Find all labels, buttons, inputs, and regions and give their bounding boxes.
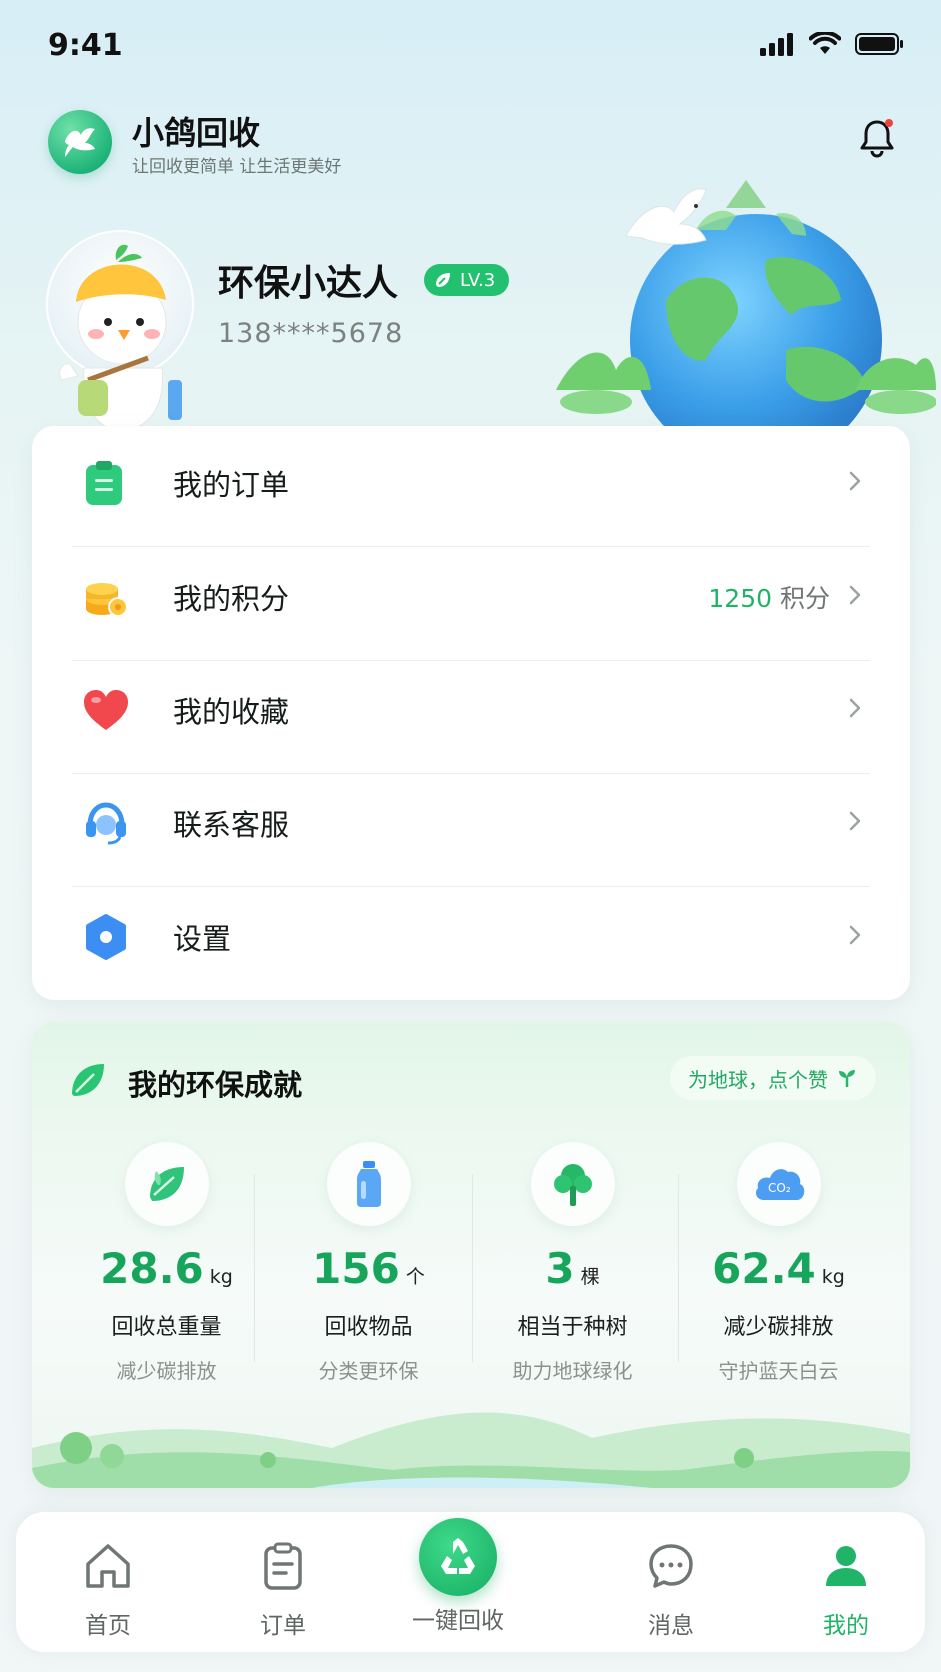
stat-icon-wrap (530, 1142, 615, 1226)
stat-number: 62.4 (712, 1244, 816, 1293)
dove-logo-icon (65, 128, 95, 157)
avatar[interactable] (48, 230, 198, 430)
bottle-icon (356, 1161, 381, 1207)
tab-label: 首页 (85, 1613, 131, 1639)
stat-number: 28.6 (100, 1244, 204, 1293)
menu-label: 我的积分 (173, 581, 290, 616)
tab-label: 订单 (260, 1613, 306, 1639)
achievement-title: 我的环保成就 (128, 1068, 303, 1102)
leaf-check-icon (436, 273, 450, 287)
stat-icon-wrap (326, 1142, 411, 1226)
leaf-icon (149, 1167, 184, 1201)
app-title: 小鸽回收 (132, 114, 261, 152)
status-bar: 9:41 (0, 0, 941, 92)
stat-label: 相当于种树 (517, 1315, 628, 1340)
notification-dot (885, 119, 893, 127)
stat-carbon-reduced: CO₂ 62.4 kg 减少碳排放 守护蓝天白云 (676, 1142, 881, 1383)
recycle-icon (441, 1538, 475, 1574)
stat-number: 3 (545, 1244, 575, 1293)
chevron-right-icon (849, 811, 861, 831)
clipboard-icon (86, 460, 122, 505)
wifi-icon (809, 32, 841, 54)
points-value: 1250 积分 (708, 579, 830, 615)
user-icon (826, 1546, 866, 1586)
stat-number: 156 (312, 1244, 400, 1293)
battery-icon (855, 33, 903, 55)
nickname: 环保小达人 (218, 263, 399, 304)
stat-recycled-items: 156 个 回收物品 分类更环保 (266, 1142, 471, 1383)
stat-value: 3棵 (470, 1244, 675, 1293)
app-logo (48, 110, 112, 174)
menu-card: 我的订单 我的积分 1250 积分 我的收藏 联系客服 设置 (32, 426, 910, 1000)
co2-cloud-icon: CO₂ (755, 1169, 804, 1200)
points-number: 1250 (708, 583, 773, 613)
hills-illustration (32, 1412, 910, 1488)
phone-number: 138****5678 (218, 318, 404, 349)
menu-label: 我的订单 (173, 467, 290, 502)
tab-orders[interactable]: 订单 (223, 1540, 343, 1640)
stat-label: 回收物品 (324, 1315, 413, 1340)
menu-item-favorites[interactable]: 我的收藏 (32, 653, 910, 766)
chevron-right-icon (849, 471, 861, 491)
stat-value: 62.4 kg (676, 1244, 881, 1293)
tab-mine[interactable]: 我的 (786, 1540, 906, 1640)
stat-label: 减少碳排放 (723, 1315, 834, 1340)
order-icon (264, 1542, 302, 1590)
stat-icon-wrap: CO₂ (736, 1142, 821, 1226)
stat-value: 28.6 kg (64, 1244, 269, 1293)
menu-label: 设置 (173, 921, 232, 956)
tab-label: 消息 (648, 1613, 694, 1639)
signal-icon (760, 33, 793, 56)
stat-trees: 3棵 相当于种树 助力地球绿化 (470, 1142, 675, 1383)
chevron-right-icon (849, 585, 861, 605)
tab-home[interactable]: 首页 (48, 1540, 168, 1640)
stat-value: 156 个 (266, 1244, 471, 1293)
status-time: 9:41 (48, 28, 123, 63)
stat-unit: 个 (405, 1266, 425, 1288)
level-label: LV.3 (460, 269, 496, 291)
stat-unit: kg (821, 1266, 845, 1288)
level-badge: LV.3 (424, 264, 510, 296)
sprout-icon (839, 1070, 855, 1087)
menu-item-customer-service[interactable]: 联系客服 (32, 766, 910, 879)
earth-dove-illustration (556, 180, 936, 430)
stat-label: 回收总重量 (111, 1315, 222, 1340)
menu-item-settings[interactable]: 设置 (32, 880, 910, 993)
coins-icon (86, 582, 128, 617)
tree-icon (553, 1164, 592, 1206)
message-icon (649, 1544, 693, 1588)
tab-label: 我的 (823, 1613, 869, 1639)
chevron-right-icon (849, 698, 861, 718)
like-earth-button[interactable]: 为地球，点个赞 (670, 1056, 876, 1100)
stat-icon-wrap (124, 1142, 209, 1226)
points-unit: 积分 (779, 583, 830, 613)
stat-unit: 棵 (580, 1266, 600, 1288)
svg-text:CO₂: CO₂ (768, 1181, 791, 1195)
menu-item-orders[interactable]: 我的订单 (32, 426, 910, 539)
achievement-card: 我的环保成就 为地球，点个赞 28.6 kg 回收总重量 减少碳排放 156 个… (32, 1022, 910, 1488)
stat-unit: kg (209, 1266, 233, 1288)
leaf-icon (72, 1064, 104, 1096)
headset-icon (86, 801, 126, 844)
chevron-right-icon (849, 925, 861, 945)
like-earth-label: 为地球，点个赞 (688, 1067, 828, 1092)
stat-recycled-weight: 28.6 kg 回收总重量 减少碳排放 (64, 1142, 269, 1383)
menu-label: 我的收藏 (173, 694, 290, 729)
stat-separator (254, 1174, 255, 1362)
tab-recycle-label[interactable]: 一键回收 (398, 1601, 518, 1635)
home-icon (86, 1544, 130, 1588)
app-slogan: 让回收更简单 让生活更美好 (132, 157, 342, 177)
menu-label: 联系客服 (173, 807, 290, 842)
heart-icon (84, 689, 128, 730)
one-click-recycle-button[interactable] (419, 1518, 497, 1596)
tab-messages[interactable]: 消息 (611, 1540, 731, 1640)
settings-hex-icon (86, 913, 126, 960)
menu-item-points[interactable]: 我的积分 1250 积分 (32, 540, 910, 653)
status-icons (759, 32, 905, 56)
